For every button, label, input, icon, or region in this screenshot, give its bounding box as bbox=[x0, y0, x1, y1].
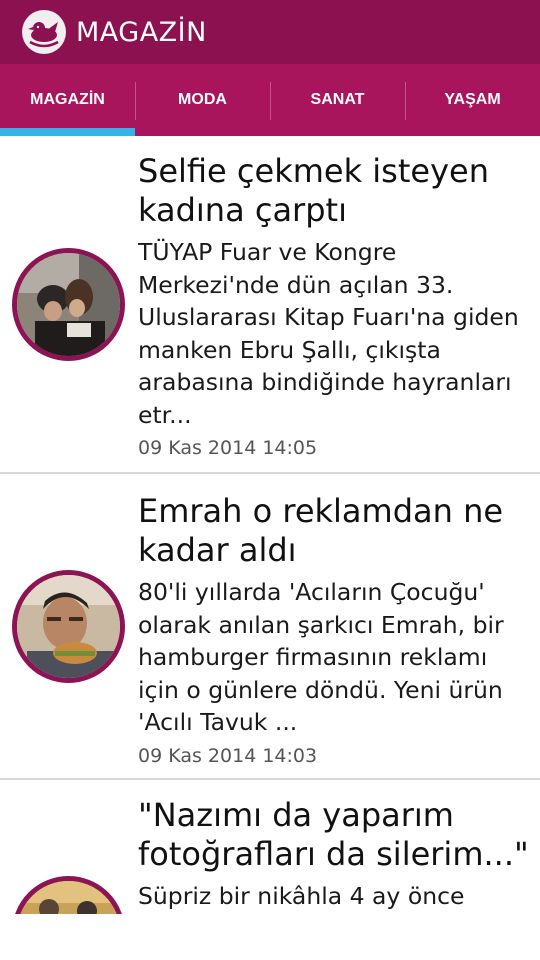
tab-label: MAGAZİN bbox=[30, 91, 105, 108]
tab-label: MODA bbox=[178, 91, 227, 108]
news-summary: 80'li yıllarda 'Acıların Çocuğu' olarak … bbox=[138, 578, 504, 736]
news-thumbnail[interactable] bbox=[12, 876, 125, 914]
news-thumbnail[interactable] bbox=[12, 570, 125, 683]
news-feed[interactable]: Selfie çekmek isteyen kadına çarptı TÜYA… bbox=[0, 136, 540, 914]
news-headline[interactable]: Emrah o reklamdan ne kadar aldı bbox=[138, 492, 532, 570]
news-card[interactable]: "Nazımı da yaparım fotoğrafları da siler… bbox=[0, 780, 540, 914]
tab-label: SANAT bbox=[310, 91, 365, 108]
selected-tab-indicator bbox=[0, 128, 135, 136]
tab-magazin[interactable]: MAGAZİN bbox=[0, 64, 135, 136]
news-headline[interactable]: Selfie çekmek isteyen kadına çarptı bbox=[138, 152, 532, 230]
news-card[interactable]: Emrah o reklamdan ne kadar aldı 80'li yı… bbox=[0, 474, 540, 780]
tab-sanat[interactable]: SANAT bbox=[270, 64, 405, 136]
category-tabs: MAGAZİN MODA SANAT YAŞAM bbox=[0, 64, 540, 136]
tab-label: YAŞAM bbox=[444, 91, 501, 108]
bird-logo-icon[interactable] bbox=[22, 10, 66, 54]
app-title: MAGAZİN bbox=[76, 16, 207, 48]
news-date: 09 Kas 2014 14:03 bbox=[138, 744, 318, 767]
news-thumbnail[interactable] bbox=[12, 248, 125, 361]
news-card[interactable]: Selfie çekmek isteyen kadına çarptı TÜYA… bbox=[0, 136, 540, 474]
app-bar: MAGAZİN bbox=[0, 0, 540, 64]
news-date: 09 Kas 2014 14:05 bbox=[138, 437, 318, 459]
news-summary: TÜYAP Fuar ve Kongre Merkezi'nde dün açı… bbox=[138, 238, 519, 429]
news-summary: Süpriz bir nikâhla 4 ay önce bbox=[138, 882, 465, 910]
news-headline[interactable]: "Nazımı da yaparım fotoğrafları da siler… bbox=[138, 796, 532, 874]
tab-moda[interactable]: MODA bbox=[135, 64, 270, 136]
tab-yasam[interactable]: YAŞAM bbox=[405, 64, 540, 136]
